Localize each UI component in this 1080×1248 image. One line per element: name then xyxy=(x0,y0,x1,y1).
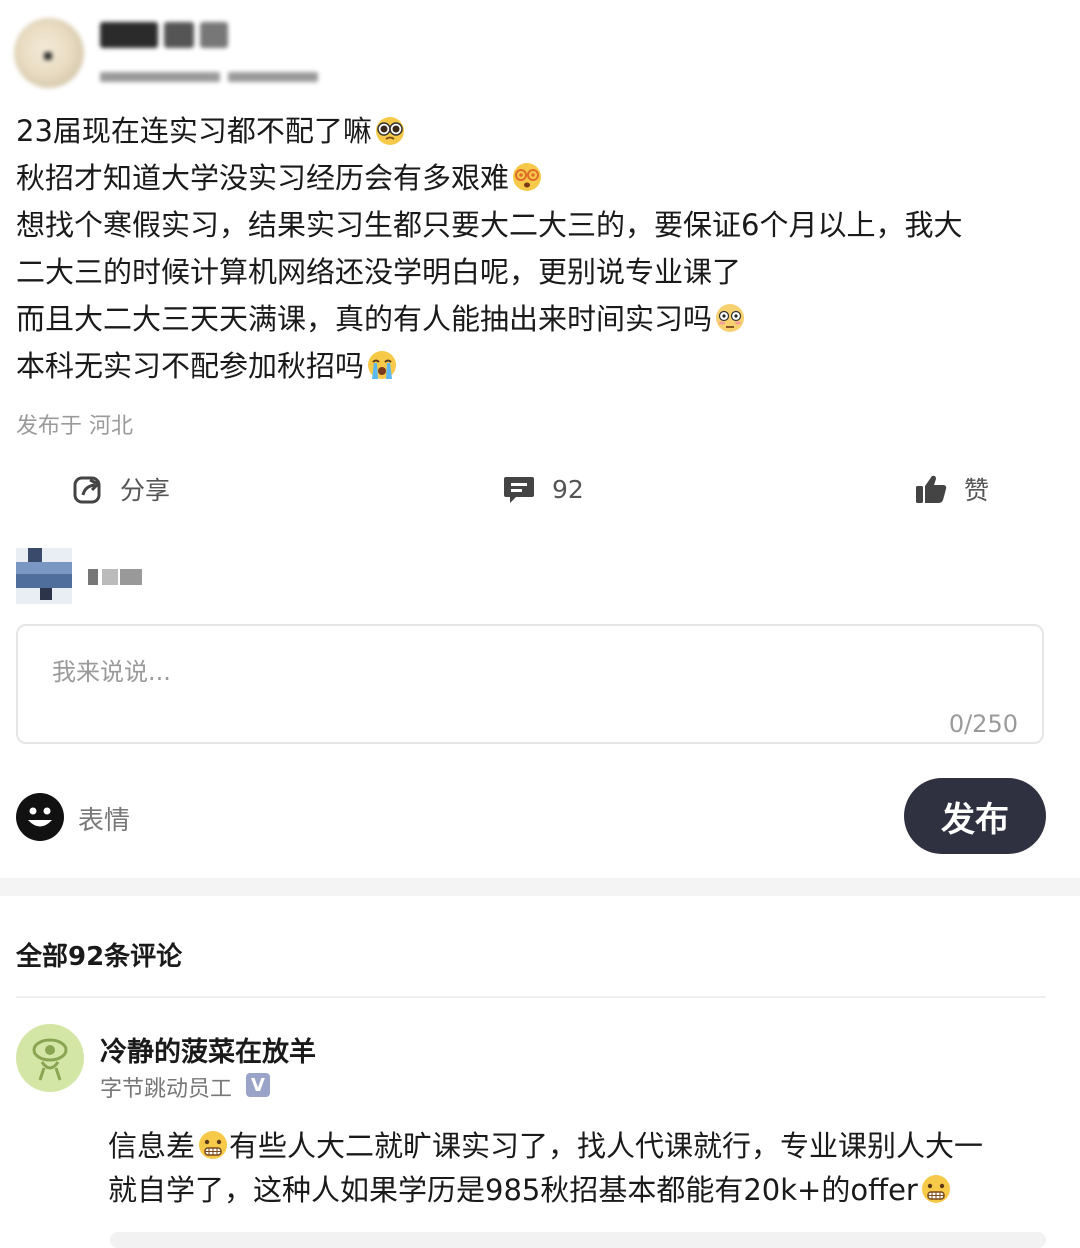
comment-icon xyxy=(504,477,534,503)
reply-preview xyxy=(110,1232,1046,1248)
grimacing-face-icon xyxy=(921,1175,950,1203)
comment-line-text: 有些人大二就旷课实习了，找人代课就行，专业课别人大一 xyxy=(229,1129,984,1163)
commenter-role: 字节跳动员工 xyxy=(100,1077,233,1102)
comments-header: 全部92条评论 xyxy=(16,942,183,972)
comment-input-placeholder: 我来说说... xyxy=(52,658,171,686)
share-button[interactable]: 分享 xyxy=(72,468,170,510)
char-counter: 0/250 xyxy=(948,710,1018,738)
post-line: 23届现在连实习都不配了嘛 xyxy=(16,108,1046,155)
post-location: 发布于 河北 xyxy=(16,414,133,439)
flushed-face-icon xyxy=(716,304,745,332)
post-line: 想找个寒假实习，结果实习生都只要大二大三的，要保证6个月以上，我大 xyxy=(16,202,1046,249)
post-line-text: 想找个寒假实习，结果实习生都只要大二大三的，要保证6个月以上，我大 xyxy=(16,208,963,242)
crying-face-icon xyxy=(368,351,397,379)
comment-count: 92 xyxy=(552,474,584,504)
emoji-picker-button[interactable] xyxy=(16,793,64,841)
verified-badge: V xyxy=(246,1073,270,1097)
post-content: 23届现在连实习都不配了嘛 秋招才知道大学没实习经历会有多艰难 想找个寒假实习，… xyxy=(16,108,1046,390)
post-line: 而且大二大三天天满课，真的有人能抽出来时间实习吗 xyxy=(16,296,1046,343)
post-line: 二大三的时候计算机网络还没学明白呢，更别说专业课了 xyxy=(16,249,1046,296)
share-icon xyxy=(73,476,101,504)
author-name-blurred[interactable] xyxy=(100,22,260,56)
author-meta-blurred xyxy=(100,66,340,84)
comment-line: 信息差 有些人大二就旷课实习了，找人代课就行，专业课别人大一 xyxy=(108,1124,1048,1168)
commenter-avatar[interactable] xyxy=(16,1024,84,1092)
commenter-name[interactable]: 冷静的菠菜在放羊 xyxy=(100,1030,316,1069)
like-button[interactable]: 赞 xyxy=(914,468,989,510)
post-line-text: 而且大二大三天天满课，真的有人能抽出来时间实习吗 xyxy=(16,302,713,336)
dizzy-face-icon xyxy=(513,163,542,191)
post-line: 秋招才知道大学没实习经历会有多艰难 xyxy=(16,155,1046,202)
my-avatar xyxy=(16,548,72,604)
comment-line: 就自学了，这种人如果学历是985秋招基本都能有20k+的offer xyxy=(108,1168,1048,1212)
share-label: 分享 xyxy=(120,476,171,505)
like-label: 赞 xyxy=(964,476,990,505)
comment-button[interactable]: 92 xyxy=(502,468,584,510)
publish-button[interactable]: 发布 xyxy=(904,778,1046,854)
comment-text: 信息差 有些人大二就旷课实习了，找人代课就行，专业课别人大一 就自学了，这种人如果… xyxy=(108,1124,1048,1212)
section-divider xyxy=(0,878,1080,896)
author-avatar[interactable] xyxy=(14,18,84,88)
post-line-text: 23届现在连实习都不配了嘛 xyxy=(16,114,372,148)
comment-line-text: 信息差 xyxy=(108,1129,196,1163)
post-line-text: 本科无实习不配参加秋招吗 xyxy=(16,349,365,383)
smiley-icon xyxy=(28,807,52,827)
post-line: 本科无实习不配参加秋招吗 xyxy=(16,343,1046,390)
eye-mascot-icon xyxy=(32,1038,68,1081)
thumbs-up-icon xyxy=(916,475,947,503)
pleading-face-icon xyxy=(375,117,404,145)
emoji-label[interactable]: 表情 xyxy=(78,800,130,837)
post-line-text: 二大三的时候计算机网络还没学明白呢，更别说专业课了 xyxy=(16,255,742,289)
divider xyxy=(16,996,1046,998)
comment-line-text: 就自学了，这种人如果学历是985秋招基本都能有20k+的offer xyxy=(108,1173,918,1207)
grimacing-face-icon xyxy=(199,1131,228,1159)
my-name-blurred xyxy=(88,569,142,585)
post-line-text: 秋招才知道大学没实习经历会有多艰难 xyxy=(16,161,510,195)
